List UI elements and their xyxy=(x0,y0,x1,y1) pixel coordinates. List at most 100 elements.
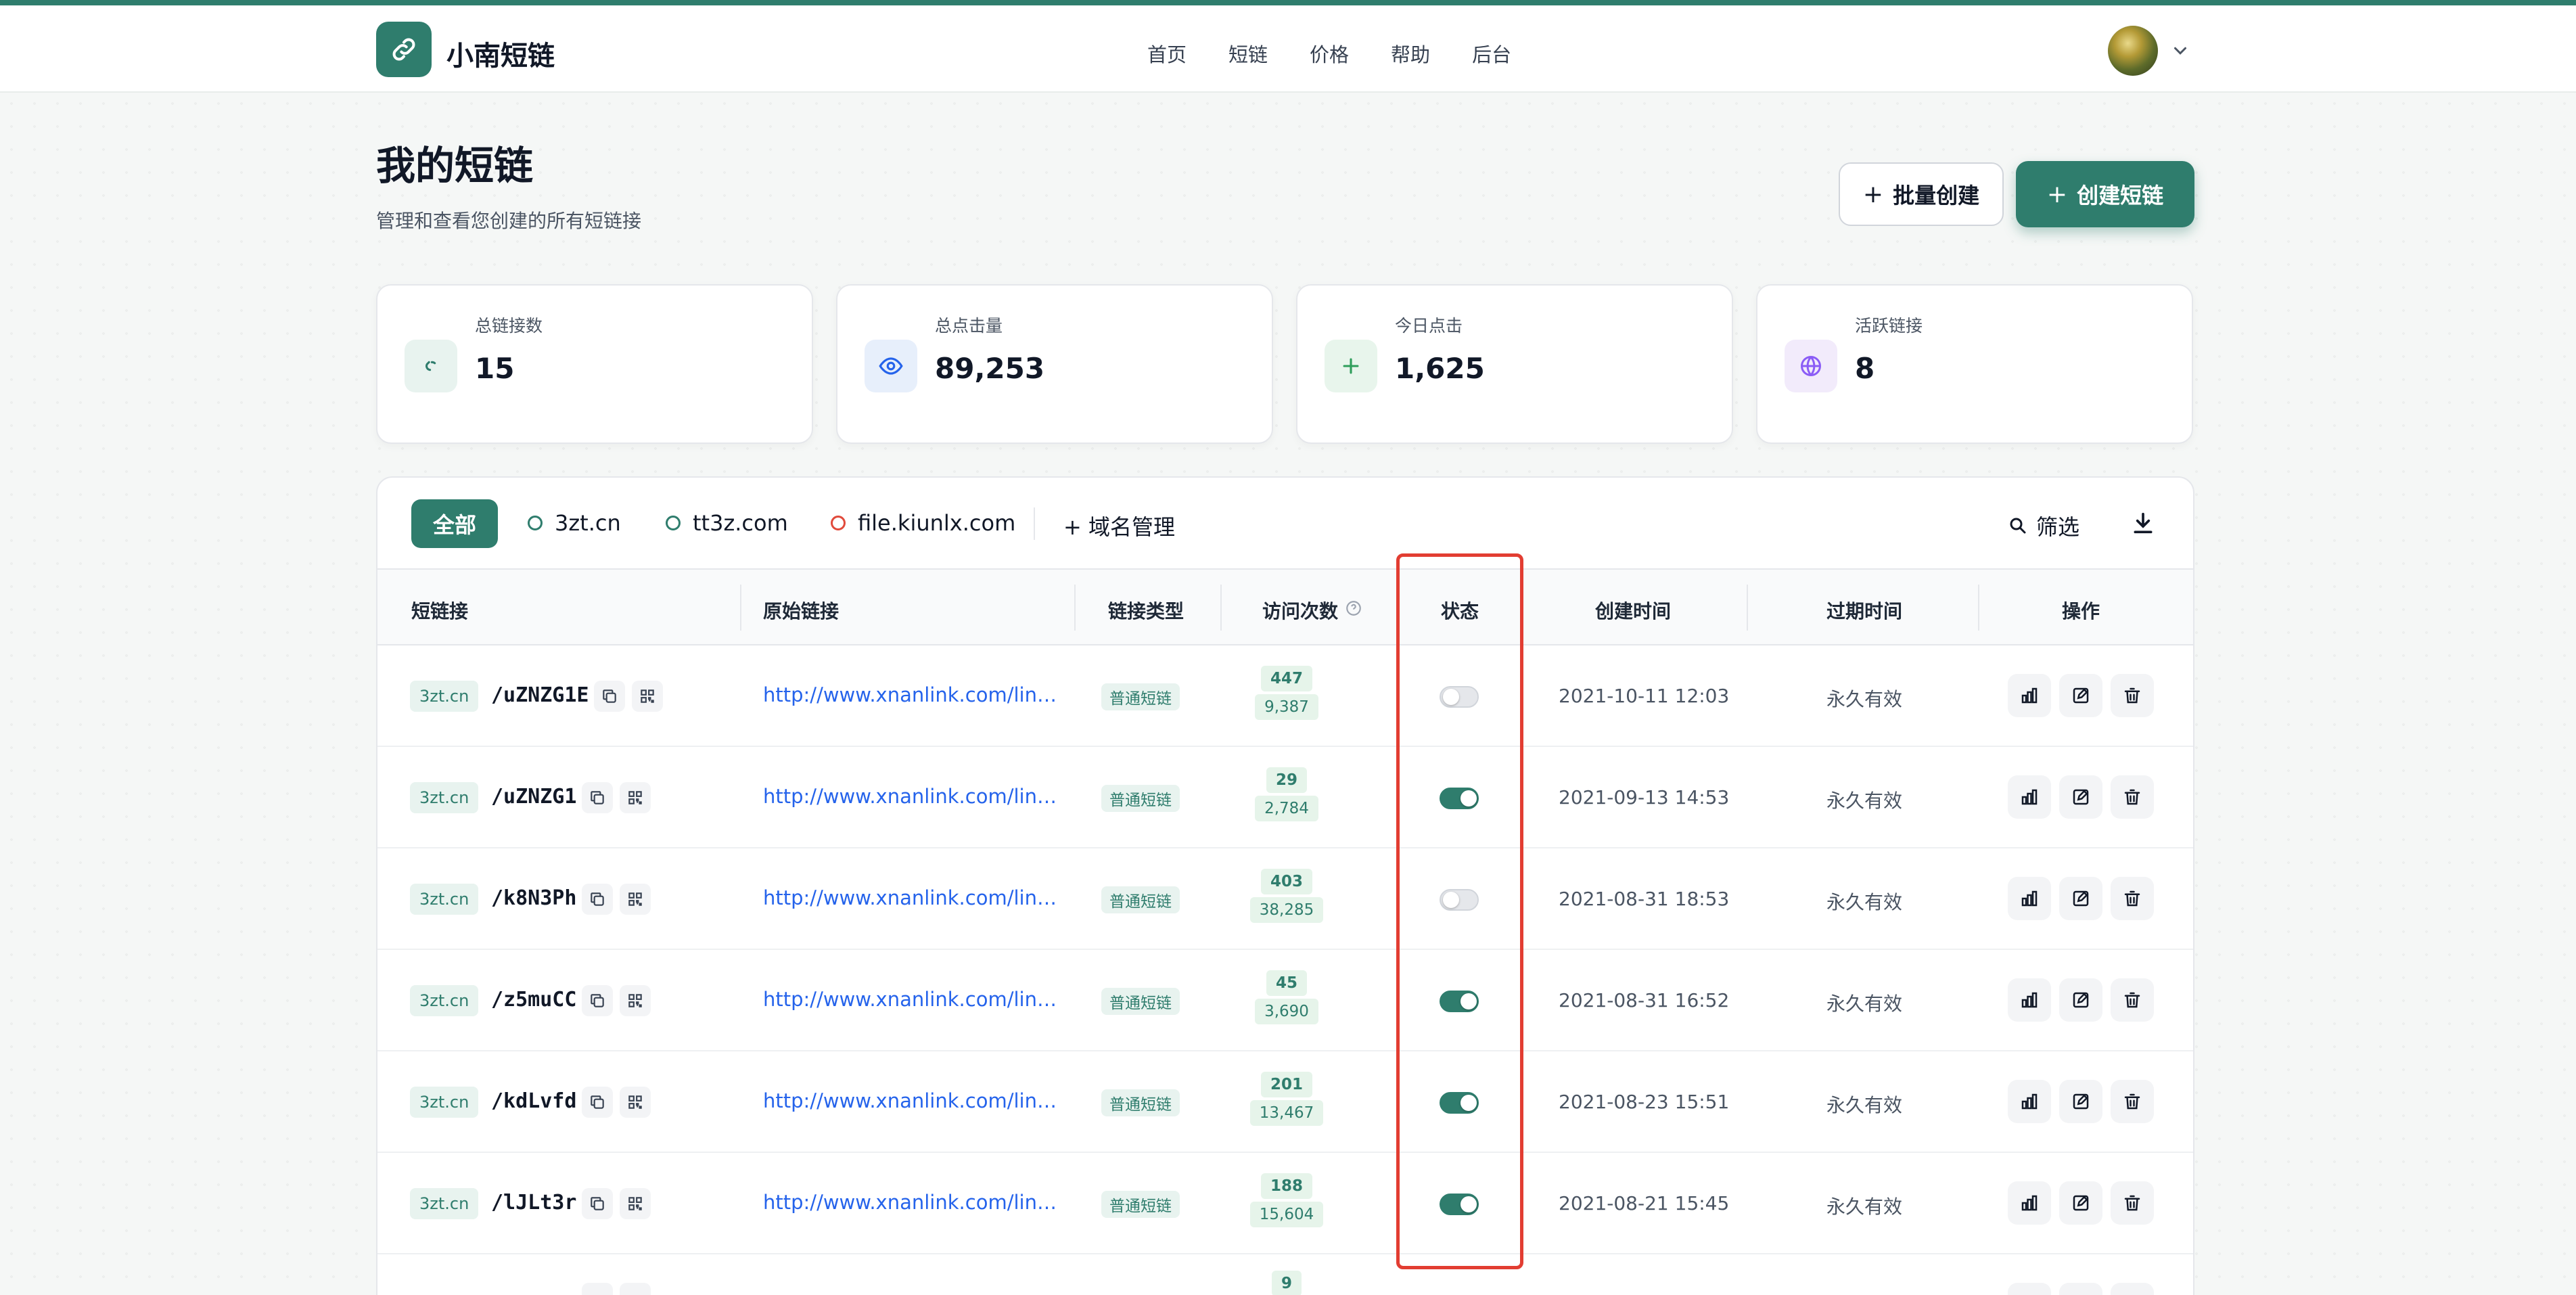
status-toggle[interactable] xyxy=(1440,788,1479,809)
download-icon[interactable] xyxy=(2130,507,2157,539)
col-divider xyxy=(1747,585,1748,631)
stat-card-active-links: 活跃链接 8 xyxy=(1756,284,2193,444)
tab-file-kiunlx[interactable]: file.kiunlx.com xyxy=(831,510,1015,536)
status-toggle[interactable] xyxy=(1440,1092,1479,1114)
stats-chart-icon[interactable] xyxy=(2008,978,2051,1022)
edit-icon[interactable] xyxy=(2059,978,2102,1022)
original-url-link[interactable]: http://www.xnanlink.com/link/demo xyxy=(763,988,1061,1011)
stats-chart-icon[interactable] xyxy=(2008,1181,2051,1225)
link-type-badge: 普通短链 xyxy=(1101,988,1180,1015)
nav-pricing[interactable]: 价格 xyxy=(1310,39,1349,68)
qrcode-icon[interactable] xyxy=(620,782,651,813)
qrcode-icon[interactable] xyxy=(620,1087,651,1118)
today-visits: 447 xyxy=(1260,666,1312,691)
filter-button[interactable]: 筛选 xyxy=(2008,510,2079,541)
nav-admin[interactable]: 后台 xyxy=(1472,39,1511,68)
status-toggle[interactable] xyxy=(1440,686,1479,708)
tab-label: file.kiunlx.com xyxy=(858,510,1016,536)
toggle-knob xyxy=(1460,993,1477,1009)
help-circle-icon[interactable] xyxy=(1345,599,1362,617)
status-toggle[interactable] xyxy=(1440,1194,1479,1215)
visit-counts: 45 3,690 xyxy=(1247,970,1327,1024)
tab-all[interactable]: 全部 xyxy=(411,499,498,548)
visit-counts: 29 2,784 xyxy=(1247,767,1327,821)
copy-icon[interactable] xyxy=(582,1188,613,1219)
expire-time: 永久有效 xyxy=(1826,790,1903,812)
edit-icon[interactable] xyxy=(2059,1181,2102,1225)
create-link-button[interactable]: + 创建短链 xyxy=(2016,161,2194,227)
original-url-link[interactable]: http://www.xnanlink.com/link/demo xyxy=(763,886,1061,909)
copy-icon[interactable] xyxy=(582,985,613,1016)
visit-counts: 201 13,467 xyxy=(1247,1072,1327,1126)
created-time: 2021-08-31 18:53 xyxy=(1559,888,1730,910)
logo[interactable] xyxy=(376,22,432,77)
today-visits: 9 xyxy=(1271,1271,1302,1295)
short-code[interactable]: /k8N3Ph xyxy=(491,886,576,910)
tab-tt3z[interactable]: tt3z.com xyxy=(666,510,788,536)
short-code[interactable]: /uZNZG1E xyxy=(491,683,589,707)
visit-counts: 9 xyxy=(1247,1271,1327,1295)
brand-name[interactable]: 小南短链 xyxy=(446,34,555,73)
tab-3zt[interactable]: 3zt.cn xyxy=(528,510,621,536)
toggle-knob xyxy=(1460,1196,1477,1212)
avatar[interactable] xyxy=(2108,26,2158,76)
toggle-knob xyxy=(1460,790,1477,806)
nav-home[interactable]: 首页 xyxy=(1147,39,1187,68)
link-type-badge: 普通短链 xyxy=(1101,1089,1180,1116)
qrcode-icon[interactable] xyxy=(620,1283,651,1295)
check-circle-icon xyxy=(666,516,681,530)
qrcode-icon[interactable] xyxy=(620,1188,651,1219)
table-row: 3zt.cn /uZNZG1 http://www.xnanlink.com/l… xyxy=(377,747,2193,848)
visit-counts: 403 38,285 xyxy=(1247,869,1327,923)
copy-icon[interactable] xyxy=(582,884,613,915)
original-url-link[interactable]: http://www.xnanlink.com/link/demo xyxy=(763,785,1061,808)
today-visits: 201 xyxy=(1260,1072,1312,1097)
created-time: 2021-09-13 14:53 xyxy=(1559,786,1730,809)
qrcode-icon[interactable] xyxy=(632,681,663,712)
qrcode-icon[interactable] xyxy=(620,884,651,915)
stats-chart-icon[interactable] xyxy=(2008,775,2051,819)
table-row: 3zt.cn /kdLvfd http://www.xnanlink.com/l… xyxy=(377,1051,2193,1153)
edit-icon[interactable] xyxy=(2059,877,2102,920)
total-visits: 15,604 xyxy=(1249,1202,1324,1227)
short-code[interactable]: /z5muCC xyxy=(491,988,576,1012)
expire-time: 永久有效 xyxy=(1826,1196,1903,1218)
copy-icon[interactable] xyxy=(582,1283,613,1295)
stat-label: 活跃链接 xyxy=(1855,316,1923,336)
original-url-link[interactable]: http://www.xnanlink.com/link/demo xyxy=(763,1089,1061,1112)
qrcode-icon[interactable] xyxy=(620,985,651,1016)
stats-chart-icon[interactable] xyxy=(2008,877,2051,920)
copy-icon[interactable] xyxy=(582,1087,613,1118)
chevron-down-icon[interactable] xyxy=(2169,41,2192,61)
original-url-link[interactable]: http://www.xnanlink.com/link/demo xyxy=(763,1191,1061,1214)
nav-shortlinks[interactable]: 短链 xyxy=(1228,39,1268,68)
status-toggle[interactable] xyxy=(1440,889,1479,911)
domain-manage-button[interactable]: + 域名管理 xyxy=(1063,510,1175,541)
original-url-link[interactable]: http://www.xnanlink.com/link/demo xyxy=(763,683,1061,706)
edit-icon[interactable] xyxy=(2059,1283,2102,1295)
short-code[interactable]: /kdLvfd xyxy=(491,1089,576,1113)
stats-chart-icon[interactable] xyxy=(2008,1080,2051,1123)
trash-icon[interactable] xyxy=(2111,775,2154,819)
stats-chart-icon[interactable] xyxy=(2008,1283,2051,1295)
domain-tabs: 全部 3zt.cn tt3z.com file.kiunlx.com + 域名管… xyxy=(377,478,2193,570)
short-code[interactable]: /uZNZG1 xyxy=(491,785,576,809)
trash-icon[interactable] xyxy=(2111,674,2154,717)
stat-label: 今日点击 xyxy=(1395,316,1463,336)
trash-icon[interactable] xyxy=(2111,1080,2154,1123)
trash-icon[interactable] xyxy=(2111,978,2154,1022)
trash-icon[interactable] xyxy=(2111,877,2154,920)
status-toggle[interactable] xyxy=(1440,991,1479,1012)
trash-icon[interactable] xyxy=(2111,1283,2154,1295)
edit-icon[interactable] xyxy=(2059,674,2102,717)
copy-icon[interactable] xyxy=(582,782,613,813)
trash-icon[interactable] xyxy=(2111,1181,2154,1225)
short-code[interactable]: /lJLt3r xyxy=(491,1191,576,1214)
edit-icon[interactable] xyxy=(2059,1080,2102,1123)
batch-create-button[interactable]: + 批量创建 xyxy=(1839,162,2004,226)
copy-icon[interactable] xyxy=(594,681,625,712)
edit-icon[interactable] xyxy=(2059,775,2102,819)
nav-help[interactable]: 帮助 xyxy=(1391,39,1430,68)
stats-chart-icon[interactable] xyxy=(2008,674,2051,717)
col-divider xyxy=(740,585,741,631)
